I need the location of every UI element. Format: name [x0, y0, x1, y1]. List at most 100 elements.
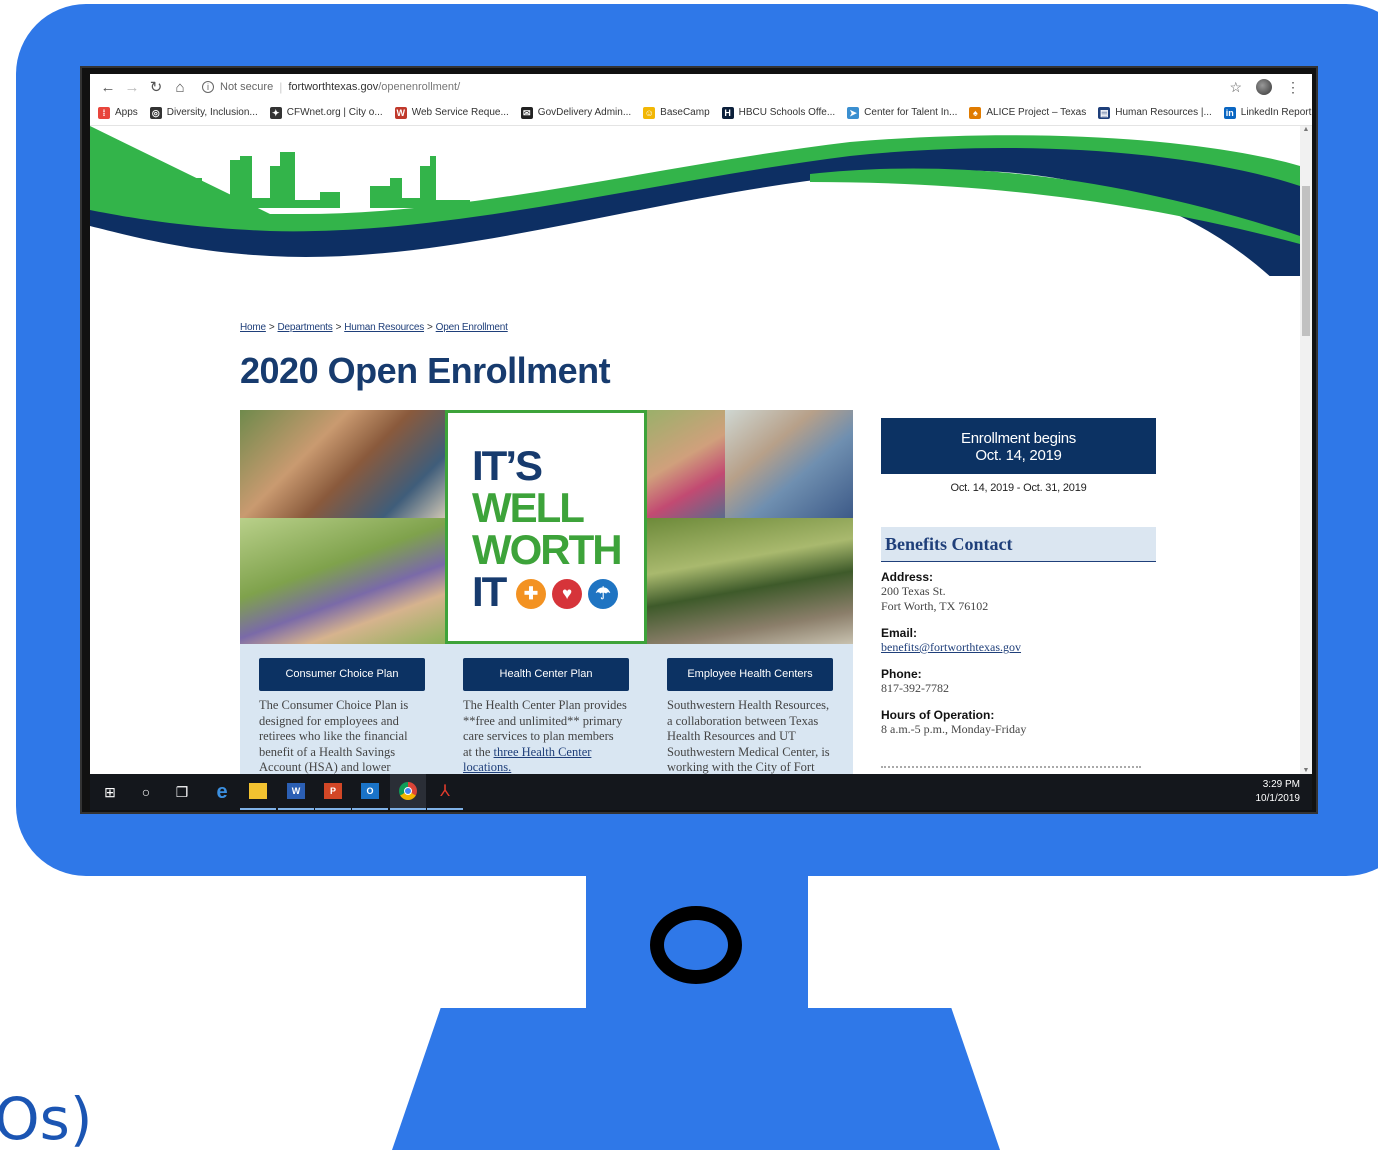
hours-label: Hours of Operation: — [881, 708, 995, 722]
forward-arrow-icon[interactable]: → — [120, 79, 144, 96]
breadcrumb-open-enrollment-link[interactable]: Open Enrollment — [436, 322, 508, 333]
bookmark-item[interactable]: ▤ Human Resources |... — [1098, 106, 1212, 119]
url-separator: | — [279, 80, 283, 94]
cyclists-photo — [647, 518, 853, 644]
system-clock[interactable]: 3:29 PM 10/1/2019 — [1256, 778, 1301, 806]
chrome-icon[interactable] — [390, 774, 426, 810]
file-explorer-icon[interactable] — [240, 774, 276, 810]
hr-icon: ▤ — [1098, 106, 1111, 119]
bookmark-star-icon[interactable]: ☆ — [1229, 79, 1242, 96]
consumer-choice-plan-button[interactable]: Consumer Choice Plan — [259, 658, 425, 691]
heart-icon: ♥ — [552, 579, 582, 609]
plan-text-line: Health Resources and UT — [667, 729, 796, 743]
employee-health-centers-button[interactable]: Employee Health Centers — [667, 658, 833, 691]
page-scrollbar[interactable]: ▲ ▼ — [1300, 126, 1312, 774]
bookmark-item[interactable]: H HBCU Schools Offe... — [721, 106, 836, 119]
edge-icon[interactable]: e — [204, 774, 240, 810]
plan-text-line: Southwestern Medical Center, is — [667, 744, 830, 759]
health-center-plan-description: The Health Center Plan provides **free a… — [463, 698, 641, 774]
home-icon[interactable]: ⌂ — [168, 79, 192, 96]
medical-cross-icon: ✚ — [516, 579, 546, 609]
bookmark-label: LinkedIn Report: Th... — [1240, 107, 1312, 118]
plan-column-consumer-choice: Consumer Choice Plan The Consumer Choice… — [240, 644, 436, 774]
three-health-center-link[interactable]: three Health Center — [494, 745, 592, 759]
hours-value: 8 a.m.-5 p.m., Monday-Friday — [881, 722, 1027, 736]
family-photo-top-left — [240, 410, 445, 518]
acrobat-icon[interactable]: ⅄ — [427, 774, 463, 810]
bookmark-item[interactable]: ➤ Center for Talent In... — [847, 106, 957, 119]
city-skyline-banner — [90, 126, 1300, 276]
address-bar-row: ← → ↻ ⌂ i Not secure | fortworthtexas.go… — [90, 74, 1312, 100]
promo-collage: IT’S WELL WORTH IT ✚ ♥ ☂ — [240, 410, 853, 644]
browser-window: ← → ↻ ⌂ i Not secure | fortworthtexas.go… — [90, 74, 1312, 774]
bookmark-label: GovDelivery Admin... — [537, 107, 632, 118]
back-arrow-icon[interactable]: ← — [96, 79, 120, 96]
task-view-icon[interactable]: ❐ — [164, 774, 200, 810]
bookmark-label: HBCU Schools Offe... — [738, 107, 836, 118]
clock-date: 10/1/2019 — [1255, 793, 1301, 804]
promo-line-2: WELL — [472, 484, 585, 531]
bookmark-item[interactable]: ✦ CFWnet.org | City o... — [269, 106, 383, 119]
breadcrumb-separator: > — [268, 322, 275, 333]
locations-link[interactable]: locations. — [463, 760, 511, 774]
reload-icon[interactable]: ↻ — [144, 78, 168, 96]
its-well-worth-it-graphic: IT’S WELL WORTH IT ✚ ♥ ☂ — [445, 410, 647, 644]
outlook-icon[interactable]: O — [352, 774, 388, 810]
email-value: benefits@fortworthtexas.gov — [881, 640, 1181, 655]
web-page: Home > Departments > Human Resources > Open En… — [90, 126, 1300, 774]
scroll-down-arrow-icon[interactable]: ▼ — [1300, 767, 1312, 774]
bookmark-item[interactable]: W Web Service Reque... — [394, 106, 509, 119]
bookmark-item[interactable]: ◎ Diversity, Inclusion... — [149, 106, 258, 119]
word-icon[interactable]: W — [278, 774, 314, 810]
plan-text-line: Account (HSA) and lower — [259, 760, 391, 774]
globe-icon: ◎ — [149, 106, 162, 119]
plan-text-line: care services to plan members — [463, 729, 614, 743]
bookmark-item[interactable]: ☺ BaseCamp — [643, 106, 710, 119]
bookmark-item[interactable]: in LinkedIn Report: Th... — [1223, 106, 1312, 119]
plan-text-line: working with the City of Fort — [667, 760, 815, 774]
phone-label: Phone: — [881, 667, 922, 681]
hours-block: Hours of Operation: 8 a.m.-5 p.m., Monda… — [881, 708, 1181, 737]
health-center-plan-button[interactable]: Health Center Plan — [463, 658, 629, 691]
scroll-up-arrow-icon[interactable]: ▲ — [1300, 126, 1312, 133]
breadcrumb: Home > Departments > Human Resources > Open En… — [240, 322, 508, 333]
url-field[interactable]: fortworthtexas.gov/openenrollment/ — [288, 81, 460, 93]
bookmark-label: Diversity, Inclusion... — [166, 107, 258, 118]
url-domain: fortworthtexas.gov — [288, 81, 379, 93]
hbcu-icon: H — [721, 106, 734, 119]
start-icon[interactable]: ⊞ — [92, 774, 128, 810]
page-title: 2020 Open Enrollment — [240, 350, 611, 391]
powerpoint-icon[interactable]: P — [315, 774, 351, 810]
site-info-icon[interactable]: i — [202, 81, 214, 93]
breadcrumb-separator: > — [427, 322, 433, 333]
breadcrumb-human-resources-link[interactable]: Human Resources — [344, 322, 424, 333]
stretching-woman-photo — [240, 518, 445, 644]
phone-block: Phone: 817-392-7782 — [881, 667, 1181, 696]
cortana-icon[interactable]: ○ — [128, 774, 164, 810]
benefits-contact-header: Benefits Contact — [881, 527, 1156, 562]
breadcrumb-departments-link[interactable]: Departments — [278, 322, 333, 333]
bookmark-item[interactable]: ♠ ALICE Project – Texas — [969, 106, 1087, 119]
scroll-thumb[interactable] — [1302, 186, 1310, 336]
email-link[interactable]: benefits@fortworthtexas.gov — [881, 640, 1021, 654]
breadcrumb-separator: > — [335, 322, 342, 333]
windows-taskbar: ⊞ ○ ❐ e W P O ⅄ 3:29 PM 10/1/2019 — [90, 774, 1312, 810]
plan-text-line: The Health Center Plan provides — [463, 698, 627, 712]
bookmark-item[interactable]: ✉ GovDelivery Admin... — [520, 106, 632, 119]
bookmark-item[interactable]: ⁞ Apps — [98, 106, 138, 119]
bookmark-label: BaseCamp — [660, 107, 710, 118]
address-label: Address: — [881, 570, 934, 584]
plan-column-health-center: Health Center Plan The Health Center Pla… — [444, 644, 640, 774]
enrollment-begins-date: Oct. 14, 2019 — [975, 447, 1062, 464]
profile-avatar[interactable] — [1256, 79, 1272, 95]
linkedin-icon: in — [1223, 106, 1236, 119]
benefits-contact-title: Benefits Contact — [885, 534, 1013, 554]
not-secure-label[interactable]: Not secure — [220, 81, 273, 93]
breadcrumb-home-link[interactable]: Home — [240, 322, 266, 333]
cut-off-content — [881, 766, 1141, 770]
enrollment-begins-label: Enrollment begins — [961, 430, 1076, 447]
menu-kebab-icon[interactable]: ⋮ — [1286, 79, 1300, 96]
monitor-screen: ← → ↻ ⌂ i Not secure | fortworthtexas.go… — [80, 66, 1318, 814]
promo-line-1: IT’S — [472, 442, 543, 489]
bookmark-label: ALICE Project – Texas — [986, 107, 1087, 118]
